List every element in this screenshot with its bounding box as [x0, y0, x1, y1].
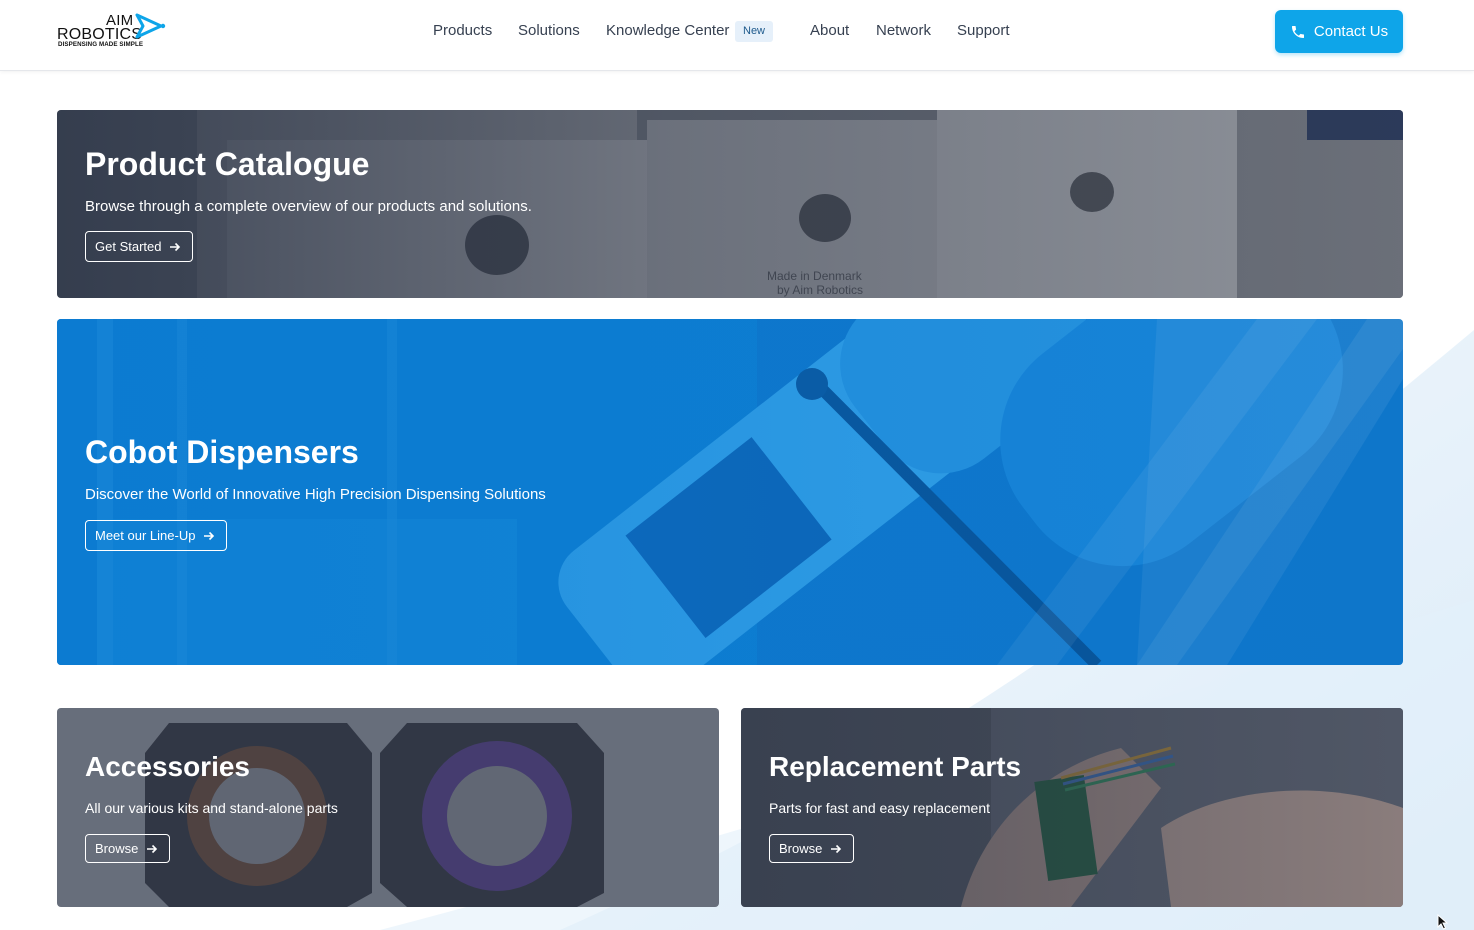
catalogue-title: Product Catalogue — [85, 146, 370, 182]
nav-knowledge-center[interactable]: Knowledge Center — [606, 22, 729, 39]
arrow-right-icon — [831, 844, 842, 853]
replacement-subtitle: Parts for fast and easy replacement — [769, 800, 990, 816]
nav-products[interactable]: Products — [433, 22, 492, 39]
replacement-title: Replacement Parts — [769, 751, 1022, 782]
catalogue-subtitle: Browse through a complete overview of ou… — [85, 198, 532, 215]
cobot-subtitle: Discover the World of Innovative High Pr… — [85, 486, 546, 503]
contact-us-label: Contact Us — [1313, 23, 1389, 40]
get-started-label: Get Started — [95, 239, 162, 254]
nav-support[interactable]: Support — [957, 22, 1010, 39]
replacement-browse-label: Browse — [779, 841, 823, 856]
site-header: AIM ROBOTICS DISPENSING MADE SIMPLE Prod… — [0, 0, 1474, 71]
arrow-right-icon — [204, 531, 215, 540]
accessories-browse-label: Browse — [95, 841, 139, 856]
accessories-title: Accessories — [85, 751, 251, 782]
replacement-parts-card[interactable]: Replacement Parts Parts for fast and eas… — [741, 708, 1403, 907]
product-catalogue-card[interactable]: Made in Denmark by Aim Robotics Product … — [57, 110, 1403, 298]
mouse-cursor-icon — [1437, 914, 1449, 930]
cobot-title: Cobot Dispensers — [85, 434, 359, 470]
new-badge: New — [735, 21, 774, 42]
play-arrow-logo-icon — [135, 13, 166, 39]
arrow-right-icon — [170, 242, 181, 251]
nav-about[interactable]: About — [810, 22, 849, 39]
nav-network[interactable]: Network — [876, 22, 931, 39]
replacement-browse-button[interactable]: Browse — [769, 834, 855, 863]
phone-icon — [1291, 25, 1304, 38]
meet-our-line-up-label: Meet our Line-Up — [95, 528, 196, 543]
arrow-right-icon — [147, 844, 158, 853]
cobot-dispensers-card[interactable]: Cobot Dispensers Discover the World of I… — [57, 319, 1403, 665]
get-started-button[interactable]: Get Started — [85, 231, 194, 262]
accessories-card[interactable]: Accessories All our various kits and sta… — [57, 708, 719, 907]
nav-solutions[interactable]: Solutions — [518, 22, 580, 39]
accessories-subtitle: All our various kits and stand-alone par… — [85, 800, 338, 816]
meet-our-line-up-button[interactable]: Meet our Line-Up — [85, 520, 228, 551]
logo-tagline: DISPENSING MADE SIMPLE — [58, 41, 144, 48]
aim-robotics-logo[interactable]: AIM ROBOTICS DISPENSING MADE SIMPLE — [57, 12, 169, 52]
accessories-browse-button[interactable]: Browse — [85, 834, 171, 863]
contact-us-button[interactable]: Contact Us — [1275, 10, 1403, 53]
